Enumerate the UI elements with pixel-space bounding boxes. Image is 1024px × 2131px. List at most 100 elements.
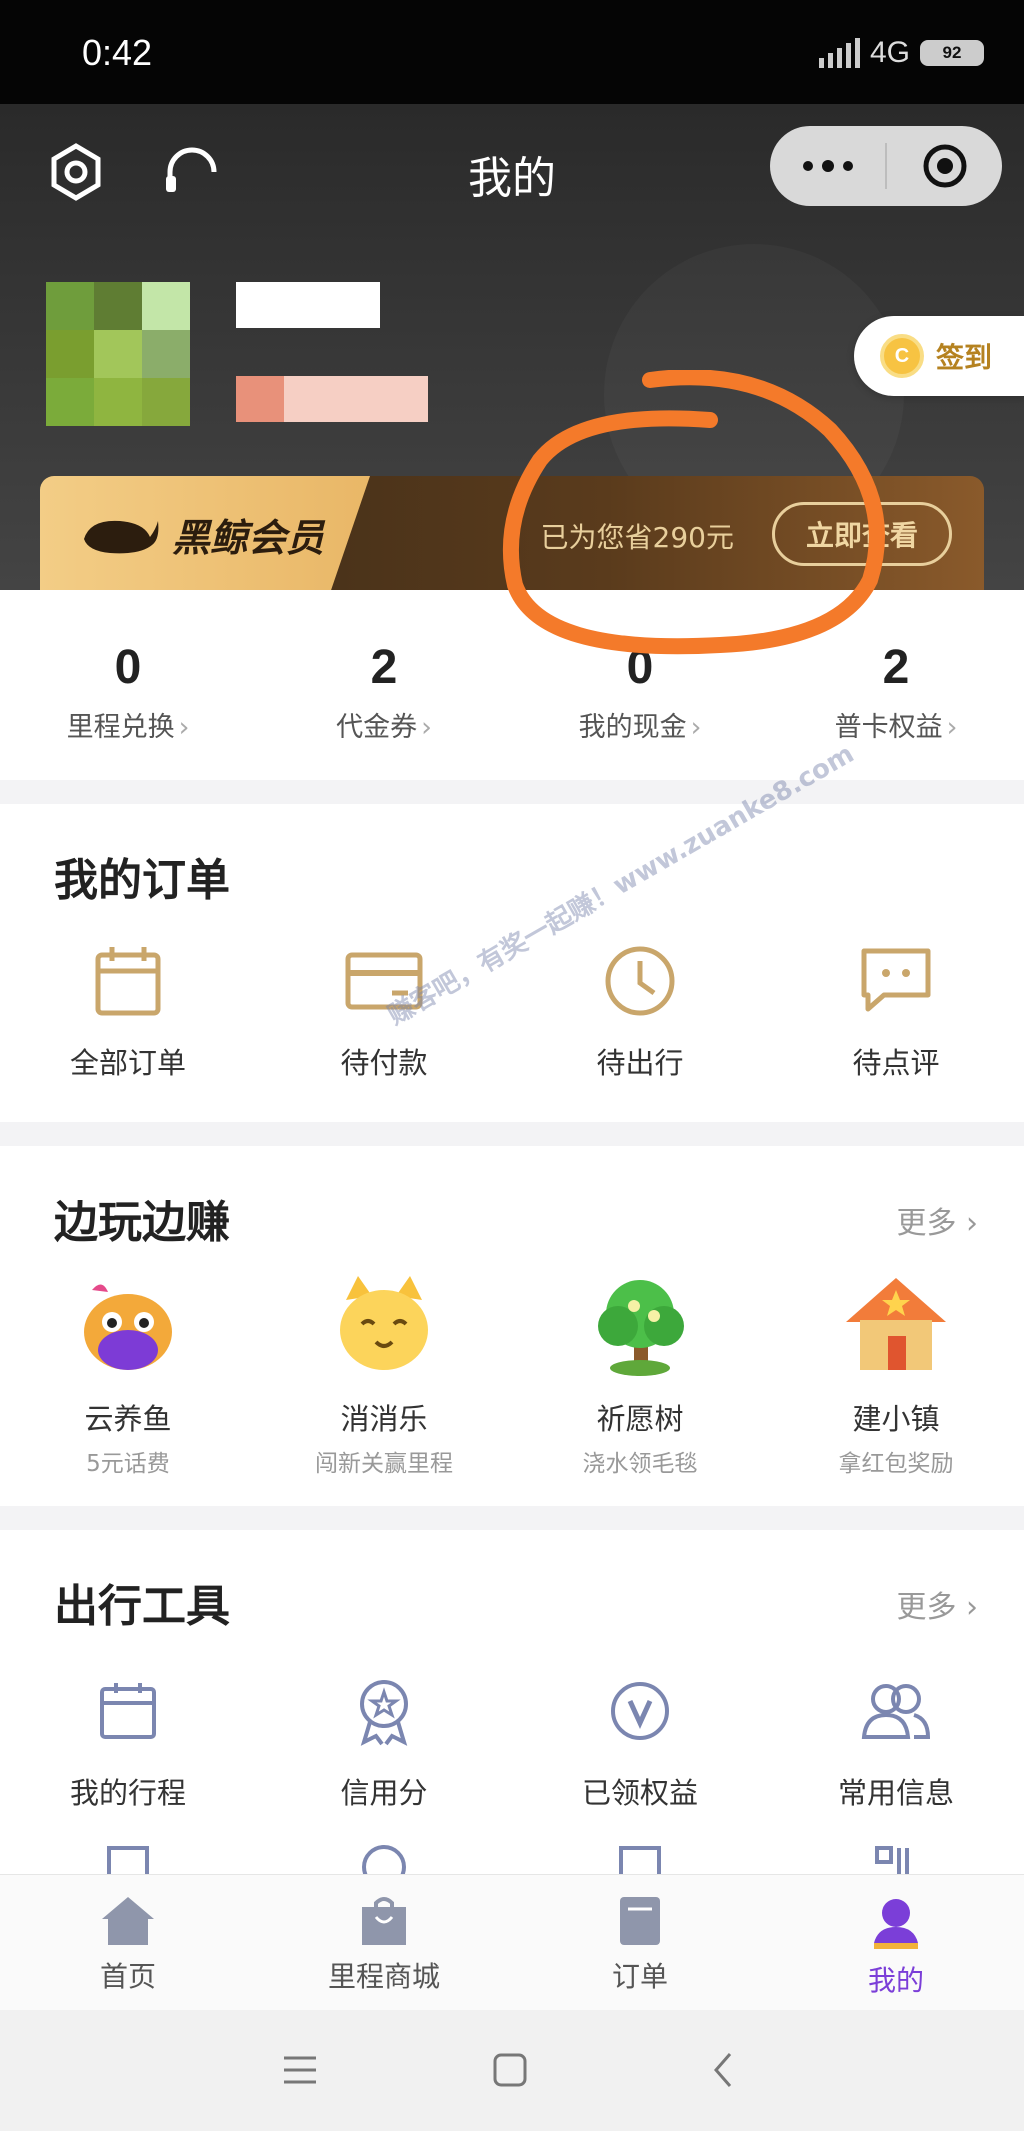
status-time: 0:42 (82, 32, 153, 73)
username-redacted (236, 282, 380, 328)
order-item-label: 全部订单 (69, 1046, 186, 1080)
document-icon (107, 1846, 149, 1874)
tab-label: 订单 (611, 1960, 668, 1993)
stat-value: 0 (114, 641, 142, 694)
view-now-button[interactable]: 立即查看 (772, 502, 952, 566)
signal-icon (818, 38, 860, 68)
games-section: 边玩边赚 更多 › 云养鱼 5元话费 消消乐 闯新关赢里程 祈愿树 浇水领毛毯 … (0, 1146, 1024, 1506)
house-icon (846, 1278, 946, 1370)
tool-claimed-benefits[interactable]: 已领权益 (512, 1666, 768, 1812)
order-item-pending-review[interactable]: 待点评 (768, 936, 1024, 1082)
stat-value: 2 (882, 641, 910, 694)
system-navigation-bar (0, 2010, 1024, 2131)
menu-icon[interactable] (278, 2048, 322, 2092)
tab-orders[interactable]: 订单 (512, 1875, 768, 2010)
tool-label: 已领权益 (581, 1776, 698, 1810)
tools-grid-row2 (0, 1842, 1024, 1874)
games-more-link[interactable]: 更多 › (896, 1198, 978, 1242)
stats-row: 0 里程兑换 2 代金券 0 我的现金 2 普卡权益 (0, 590, 1024, 780)
vip-v-icon (595, 1666, 685, 1756)
vip-badge-label: 黑鲸会员 (172, 515, 325, 560)
tool-row2-item[interactable] (256, 1842, 512, 1874)
tool-my-itinerary[interactable]: 我的行程 (0, 1666, 256, 1812)
stat-card-benefits[interactable]: 2 普卡权益 (768, 590, 1024, 780)
network-type: 4G (869, 36, 910, 69)
game-subtitle: 拿红包奖励 (838, 1451, 954, 1477)
mini-program-capsule (770, 126, 1002, 206)
people-icon (851, 1666, 941, 1756)
close-mini-program-button[interactable] (887, 126, 1002, 206)
game-label: 云养鱼 (84, 1402, 172, 1436)
tab-label: 首页 (99, 1960, 156, 1993)
stat-label: 里程兑换 (0, 705, 256, 744)
tool-credit-score[interactable]: 信用分 (256, 1666, 512, 1812)
more-options-button[interactable] (770, 126, 885, 206)
circle-arrow-icon (362, 1845, 406, 1874)
profile-header: 我的 C 签到 黑鲸会员 已为您省290元 立即查看 (0, 104, 1024, 590)
stat-label: 代金券 (256, 705, 512, 744)
vip-membership-bar[interactable]: 黑鲸会员 已为您省290元 立即查看 (40, 476, 984, 590)
member-tag-redacted (236, 376, 428, 422)
game-match-three[interactable]: 消消乐 闯新关赢里程 (256, 1270, 512, 1478)
tab-label: 里程商城 (327, 1960, 440, 1993)
game-subtitle: 5元话费 (86, 1451, 170, 1477)
tools-title: 出行工具 (54, 1581, 230, 1632)
calendar-icon (83, 936, 173, 1026)
tool-row2-item[interactable] (0, 1842, 256, 1874)
tools-grid: 我的行程 信用分 已领权益 常用信息 (0, 1666, 1024, 1812)
games-title: 边玩边赚 (54, 1197, 230, 1248)
chevron-right-icon: › (966, 1590, 978, 1625)
order-book-icon (620, 1897, 660, 1945)
more-dots-icon (802, 160, 853, 172)
game-subtitle: 浇水领毛毯 (582, 1451, 698, 1477)
coin-letter: C (894, 344, 910, 367)
stat-my-cash[interactable]: 0 我的现金 (512, 590, 768, 780)
order-item-label: 待付款 (340, 1046, 428, 1080)
tool-row2-item[interactable] (768, 1842, 1024, 1874)
stat-vouchers[interactable]: 2 代金券 (256, 590, 512, 780)
game-build-town[interactable]: 建小镇 拿红包奖励 (768, 1270, 1024, 1478)
tab-label: 我的 (867, 1964, 924, 1997)
stat-value: 0 (626, 641, 654, 694)
games-grid: 云养鱼 5元话费 消消乐 闯新关赢里程 祈愿树 浇水领毛毯 建小镇 拿红包奖励 (0, 1270, 1024, 1478)
status-bar: 0:42 4G 92 (0, 0, 1024, 104)
tab-mine[interactable]: 我的 (768, 1875, 1024, 2010)
bottom-tab-bar: 首页 里程商城 订单 我的 (0, 1874, 1024, 2010)
home-square-icon[interactable] (488, 2048, 532, 2092)
vip-badge: 黑鲸会员 (40, 476, 370, 590)
tree-icon (598, 1280, 684, 1376)
more-label: 更多 (896, 1590, 957, 1625)
qr-code-icon (875, 1846, 909, 1874)
chat-icon (851, 936, 941, 1026)
avatar[interactable] (46, 282, 190, 426)
cat-icon (340, 1276, 428, 1370)
fish-icon (84, 1284, 172, 1370)
order-item-all[interactable]: 全部订单 (0, 936, 256, 1082)
whale-icon (84, 520, 159, 554)
vip-savings-text: 已为您省290元 (540, 521, 734, 554)
orders-title: 我的订单 (54, 855, 230, 906)
shopping-bag-icon (362, 1897, 406, 1945)
tab-mileage-mall[interactable]: 里程商城 (256, 1875, 512, 2010)
target-close-icon (923, 144, 966, 188)
game-label: 建小镇 (852, 1402, 940, 1436)
tool-row2-item[interactable] (512, 1842, 768, 1874)
battery-level: 92 (942, 43, 962, 62)
game-cloud-fish[interactable]: 云养鱼 5元话费 (0, 1270, 256, 1478)
order-item-label: 待点评 (852, 1046, 940, 1080)
stat-mileage-exchange[interactable]: 0 里程兑换 (0, 590, 256, 780)
game-label: 祈愿树 (596, 1402, 684, 1436)
back-icon[interactable] (702, 2048, 746, 2092)
order-item-pending-travel[interactable]: 待出行 (512, 936, 768, 1082)
game-wish-tree[interactable]: 祈愿树 浇水领毛毯 (512, 1270, 768, 1478)
tab-home[interactable]: 首页 (0, 1875, 256, 2010)
tools-more-link[interactable]: 更多 › (896, 1582, 978, 1626)
sign-in-button[interactable]: C 签到 (854, 316, 1024, 396)
tools-section: 出行工具 更多 › 我的行程 信用分 已领权益 常用信息 (0, 1530, 1024, 1874)
status-indicators: 4G 92 (818, 36, 984, 70)
tool-common-info[interactable]: 常用信息 (768, 1666, 1024, 1812)
sign-in-label: 签到 (936, 341, 993, 374)
more-label: 更多 (896, 1206, 957, 1241)
itinerary-icon (83, 1666, 173, 1756)
user-icon (874, 1899, 918, 1949)
